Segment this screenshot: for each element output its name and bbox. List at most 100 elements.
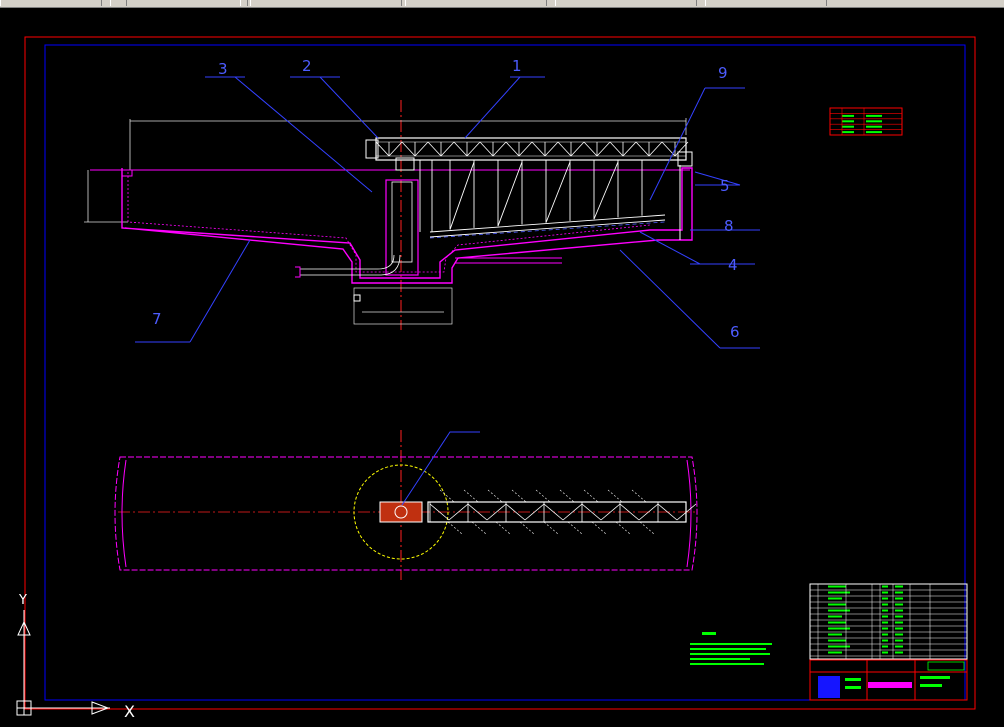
plan-rake: [567, 521, 583, 535]
truss-brace: [557, 141, 572, 157]
plan-view: [114, 430, 698, 580]
bom-cell-text: [895, 603, 903, 606]
plan-rake: [591, 521, 607, 535]
scraper-diagonal: [449, 161, 475, 230]
foundation-dim-box: [353, 287, 453, 325]
ucs-y-label: Y: [18, 593, 27, 608]
bom-cell-text: [895, 633, 903, 636]
truss-brace: [635, 141, 650, 157]
bom-cell-text: [895, 639, 903, 642]
bom-cell-text: [828, 645, 850, 648]
grip-marker[interactable]: [353, 294, 361, 302]
bom-cell-text: [882, 597, 888, 600]
plan-rake: [639, 521, 655, 535]
bom-cell-text: [882, 651, 888, 654]
plan-rake: [615, 521, 631, 535]
plan-tank-wall-right: [686, 459, 692, 568]
truss-brace: [427, 141, 442, 157]
bom-cell-text: [882, 603, 888, 606]
toolbar-segment[interactable]: [405, 0, 547, 6]
bom-cell-text: [882, 633, 888, 636]
bom-cell-text: [895, 609, 903, 612]
plan-rake: [535, 489, 551, 503]
technical-notes: [690, 632, 772, 665]
callout-leaders: [135, 76, 760, 349]
truss-brace: [479, 141, 494, 157]
callout-3: 3: [218, 60, 228, 78]
plan-rake: [631, 489, 647, 503]
bom-cell-text: [882, 585, 888, 588]
bom-cell-text: [895, 615, 903, 618]
bom-cell-text: [828, 633, 842, 636]
bom-cell-text: [882, 609, 888, 612]
tank-section-outline: [121, 167, 693, 284]
scraper-frame: [419, 160, 666, 238]
title-block: [809, 583, 968, 701]
plan-rake: [447, 521, 463, 535]
bom-cell-text: [895, 651, 903, 654]
truss-brace: [401, 141, 416, 157]
bom-cell-text: [828, 609, 850, 612]
legend-cell-text: [842, 131, 854, 134]
callout-8: 8: [724, 217, 734, 235]
ucs-x-label: X: [124, 702, 135, 721]
legend-cell-text: [866, 125, 882, 128]
section-view: 1 2 3 4 5 6 7 8 9: [84, 57, 760, 349]
window-toolbar-strip: [0, 0, 1004, 8]
scraper-diagonal: [497, 161, 523, 227]
plan-rake: [463, 489, 479, 503]
legend-table: [829, 107, 903, 136]
bom-cell-text: [882, 621, 888, 624]
truss-brace: [622, 141, 637, 157]
bom-cell-text: [895, 585, 903, 588]
bom-cell-text: [828, 621, 846, 624]
plan-rake: [519, 521, 535, 535]
truss-brace: [596, 141, 611, 157]
legend-cell-text: [842, 114, 854, 117]
plan-rake: [607, 489, 623, 503]
truss-brace: [505, 141, 520, 157]
bom-cell-text: [882, 627, 888, 630]
bom-cell-text: [828, 597, 842, 600]
tank-top-wall-left: [121, 169, 133, 177]
truss-brace: [440, 141, 455, 157]
callout-1: 1: [512, 57, 522, 75]
toolbar-segment[interactable]: [705, 0, 827, 6]
central-pipe: [391, 181, 413, 263]
truss-brace: [609, 141, 624, 157]
scraper-diagonal: [545, 161, 571, 223]
bom-cell-text: [895, 621, 903, 624]
toolbar-button[interactable]: [240, 0, 248, 6]
bom-cell-text: [828, 627, 850, 630]
ucs-icon: [16, 610, 110, 716]
callout-6: 6: [730, 323, 740, 341]
bom-cell-text: [882, 615, 888, 618]
central-drive-hatch: [379, 501, 423, 523]
callout-5: 5: [720, 177, 730, 195]
toolbar-segment[interactable]: [555, 0, 697, 6]
plan-rake: [583, 489, 599, 503]
bom-cell-text: [882, 639, 888, 642]
bom-cell-text: [882, 645, 888, 648]
bom-cell-text: [895, 597, 903, 600]
bom-cell-text: [828, 591, 850, 594]
plan-tank-wall-left: [121, 459, 127, 568]
truss-brace: [518, 141, 533, 157]
plan-rake: [495, 521, 511, 535]
legend-cell-text: [842, 125, 854, 128]
toolbar-segment[interactable]: [0, 0, 102, 6]
toolbar-segment[interactable]: [250, 0, 402, 6]
bom-cell-text: [882, 591, 888, 594]
toolbar-button[interactable]: [110, 0, 127, 6]
plan-rake: [511, 489, 527, 503]
truss-brace: [388, 141, 403, 157]
bom-cell-text: [895, 627, 903, 630]
scraper-diagonal: [593, 161, 619, 220]
central-column: [385, 179, 419, 276]
bridge-truss: [365, 137, 693, 171]
truss-brace: [414, 141, 429, 157]
bom-cell-text: [828, 651, 842, 654]
bom-cell-text: [828, 603, 846, 606]
cad-drawing-canvas[interactable]: 1 2 3 4 5 6 7 8 9 Y X: [0, 8, 1004, 727]
bom-cell-text: [828, 615, 842, 618]
